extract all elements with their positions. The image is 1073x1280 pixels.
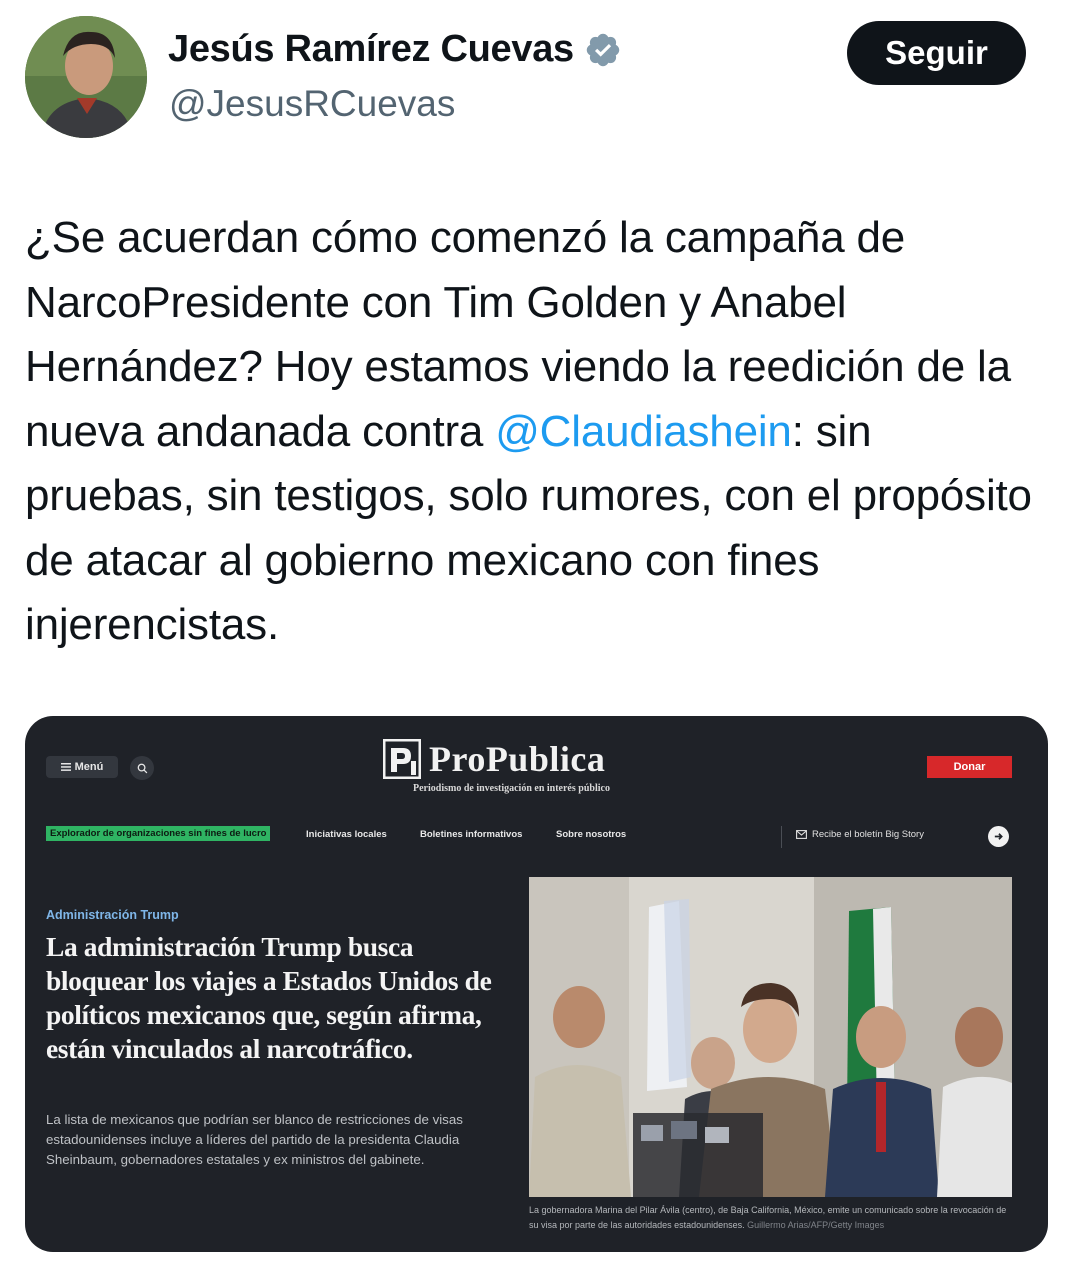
envelope-icon xyxy=(796,830,807,839)
article-photo xyxy=(529,877,1012,1197)
menu-label: Menú xyxy=(74,761,104,773)
avatar-photo xyxy=(25,16,147,138)
hamburger-icon xyxy=(60,763,71,771)
search-button xyxy=(130,756,154,780)
nav-divider xyxy=(781,826,782,848)
propublica-nav: Explorador de organizaciones sin fines d… xyxy=(25,826,1048,848)
author-avatar[interactable] xyxy=(25,16,147,138)
newsletter-label: Recibe el boletín Big Story xyxy=(812,829,924,840)
nav-item-local-initiatives: Iniciativas locales xyxy=(306,829,387,840)
author-handle[interactable]: @JesusRCuevas xyxy=(169,83,455,125)
nav-item-newsletters: Boletines informativos xyxy=(420,829,523,840)
verified-badge-icon xyxy=(586,33,620,66)
newsletter-arrow-button xyxy=(988,826,1009,847)
tweet-text: ¿Se acuerdan cómo comenzó la campaña de … xyxy=(25,206,1050,658)
article-headline: La administración Trump busca bloquear l… xyxy=(46,931,492,1064)
mention-link[interactable]: @Claudiashein xyxy=(495,407,792,456)
propublica-logo: ProPublica xyxy=(383,738,605,780)
donate-button: Donar xyxy=(927,756,1012,778)
follow-button[interactable]: Seguir xyxy=(847,21,1026,85)
nav-item-nonprofit-explorer: Explorador de organizaciones sin fines d… xyxy=(46,826,271,841)
author-name[interactable]: Jesús Ramírez Cuevas xyxy=(168,28,574,71)
propublica-logo-mark-icon xyxy=(383,739,421,779)
press-conference-photo xyxy=(529,877,1012,1197)
article-kicker: Administración Trump xyxy=(46,908,179,922)
arrow-right-icon xyxy=(994,833,1003,840)
propublica-tagline: Periodismo de investigación en interés p… xyxy=(413,783,610,794)
propublica-logo-text: ProPublica xyxy=(429,739,606,779)
tweet-media-image[interactable]: Menú ProPublica Periodismo de investigac… xyxy=(25,716,1048,1252)
nav-item-about-us: Sobre nosotros xyxy=(556,829,627,840)
search-icon xyxy=(137,763,147,773)
newsletter-signup: Recibe el boletín Big Story xyxy=(796,829,924,840)
menu-button: Menú xyxy=(46,756,118,778)
photo-caption: La gobernadora Marina del Pilar Ávila (c… xyxy=(529,1203,1012,1233)
article-dek: La lista de mexicanos que podrían ser bl… xyxy=(46,1112,463,1167)
author-name-row: Jesús Ramírez Cuevas xyxy=(168,28,622,71)
photo-credit: Guillermo Arias/AFP/Getty Images xyxy=(747,1220,885,1230)
